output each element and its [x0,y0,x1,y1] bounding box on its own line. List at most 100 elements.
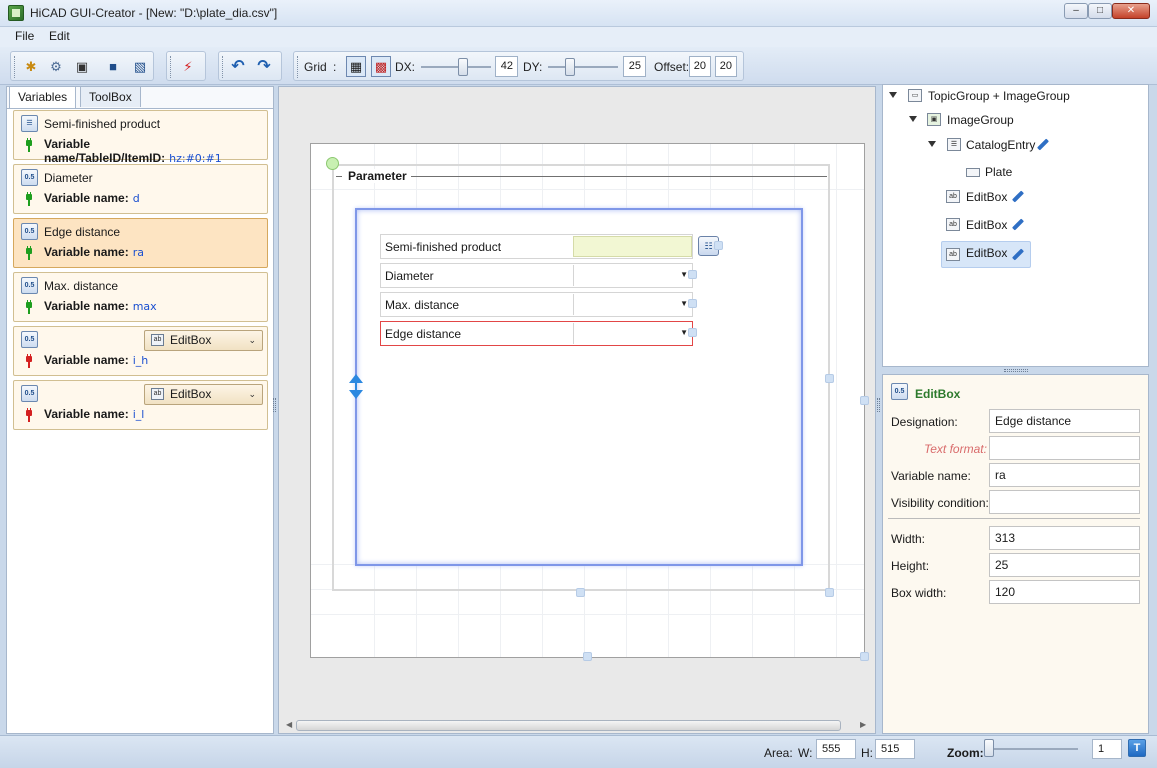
expanded-icon[interactable] [928,141,936,147]
resize-handle[interactable] [714,241,723,250]
variable-name-label: Variable name/TableID/ItemID: [44,137,166,165]
horizontal-splitter[interactable] [1004,369,1028,372]
area-width-field[interactable]: 555 [816,739,856,759]
control-type-select[interactable]: ab EditBox ⌄ [144,384,263,405]
tree-node-editbox-selected[interactable]: ab EditBox [941,241,1031,268]
width-field[interactable]: 313 [989,526,1140,550]
variable-card-semi-finished[interactable]: ☰ Semi-finished product Variable name/Ta… [13,110,268,165]
tree-node-editbox[interactable]: ab EditBox [942,187,1030,207]
dx-slider[interactable] [458,58,468,76]
zoom-reset-icon[interactable]: T [1128,739,1146,757]
scroll-thumb[interactable] [296,720,841,731]
variable-name-line: Variable name: ra [44,245,144,259]
visibility-condition-field[interactable] [989,490,1140,514]
save-as-icon[interactable]: ▧ [131,58,149,76]
tree-label: ImageGroup [947,113,1014,127]
topic-group-icon: ▭ [908,89,922,102]
variable-name-value: i_l [132,408,145,421]
tab-toolbox[interactable]: ToolBox [80,86,141,107]
scroll-left-icon[interactable]: ◀ [286,720,292,729]
connect-toolbar-group: ⚡ [166,51,206,81]
number-icon: 0.5 [21,223,38,240]
variable-card-max-distance[interactable]: 0.5 Max. distance Variable name: max [13,272,268,322]
grid-snap-icon[interactable]: ▩ [371,56,391,77]
tab-variables[interactable]: Variables [9,86,77,108]
chevron-down-icon: ⌄ [248,389,256,399]
offset-y-input[interactable]: 20 [715,56,737,77]
field-diameter[interactable]: Diameter ▼ [380,263,693,288]
tree-node-plate[interactable]: Plate [963,162,1023,182]
selected-container[interactable] [355,208,803,566]
open-icon[interactable]: ▣ [73,58,91,76]
menu-edit[interactable]: Edit [49,29,70,43]
combo-box[interactable]: ▼ [573,265,692,286]
offset-x-input[interactable]: 20 [689,56,711,77]
grid-show-icon[interactable]: ▦ [346,56,366,77]
tree-node-imagegroup[interactable]: ▣ ImageGroup [906,110,1046,130]
variable-card-edge-distance[interactable]: 0.5 Edge distance Variable name: ra [13,218,268,268]
plug-disconnected-icon [25,354,33,368]
undo-icon[interactable]: ↶ [229,58,247,76]
catalog-value-box[interactable] [573,236,692,257]
dx-input[interactable]: 42 [495,56,518,77]
close-button[interactable]: ✕ [1112,3,1150,19]
resize-handle[interactable] [825,588,834,597]
resize-handle[interactable] [860,396,869,405]
variable-name-value: i_h [132,354,149,367]
variable-card-i-l[interactable]: 0.5 ab EditBox ⌄ Variable name: i_l [13,380,268,430]
editbox-icon: ab [946,218,960,231]
resize-handle[interactable] [688,328,697,337]
field-semi-finished-product[interactable]: Semi-finished product [380,234,693,259]
maximize-button[interactable]: □ [1088,3,1112,19]
box-width-field[interactable]: 120 [989,580,1140,604]
left-splitter[interactable] [273,398,276,412]
redo-icon[interactable]: ↷ [255,58,273,76]
field-max-distance[interactable]: Max. distance ▼ [380,292,693,317]
edit-pencil-icon[interactable] [1011,191,1023,203]
combo-box[interactable]: ▼ [573,323,692,344]
expanded-icon[interactable] [889,92,897,98]
tree-node-catalogentry[interactable]: ☰ CatalogEntry [925,135,1065,155]
variable-card-i-h[interactable]: 0.5 ab EditBox ⌄ Variable name: i_h [13,326,268,376]
save-icon[interactable]: ■ [104,58,122,76]
tree-node-editbox[interactable]: ab EditBox [942,215,1030,235]
expanded-icon[interactable] [909,116,917,122]
horizontal-scrollbar[interactable]: ◀ ▶ [284,717,869,733]
resize-handle[interactable] [860,652,869,661]
resize-handle[interactable] [688,299,697,308]
designation-field[interactable]: Edge distance [989,409,1140,433]
new-from-template-icon[interactable]: ⚙ [47,58,65,76]
zoom-slider[interactable] [984,739,994,757]
zoom-field[interactable]: 1 [1092,739,1122,759]
plate-icon [966,168,980,177]
resize-handle[interactable] [825,374,834,383]
variable-name-label: Variable name: [891,469,971,483]
edit-pencil-icon[interactable] [1011,219,1023,231]
toolbar-grip [222,56,225,78]
control-type-select[interactable]: ab EditBox ⌄ [144,330,263,351]
connect-plug-icon[interactable]: ⚡ [179,58,197,76]
area-height-field[interactable]: 515 [875,739,915,759]
scroll-right-icon[interactable]: ▶ [860,720,866,729]
menu-file[interactable]: File [15,29,34,43]
text-format-field[interactable] [989,436,1140,460]
height-field[interactable]: 25 [989,553,1140,577]
right-splitter[interactable] [877,398,880,412]
vertical-resize-icon[interactable] [348,374,364,400]
anchor-handle[interactable] [326,157,339,170]
resize-handle[interactable] [576,588,585,597]
minimize-button[interactable]: – [1064,3,1088,19]
resize-handle[interactable] [583,652,592,661]
variable-card-diameter[interactable]: 0.5 Diameter Variable name: d [13,164,268,214]
resize-handle[interactable] [688,270,697,279]
dy-label: DY: [523,60,543,74]
tree-node-topicgroup[interactable]: ▭ TopicGroup + ImageGroup [886,86,1106,106]
variable-name-field[interactable]: ra [989,463,1140,487]
edit-pencil-icon[interactable] [1036,139,1048,151]
dy-slider[interactable] [565,58,575,76]
new-icon[interactable]: ✱ [22,58,40,76]
edit-pencil-icon[interactable] [1011,249,1023,261]
field-edge-distance[interactable]: Edge distance ▼ [380,321,693,346]
dy-input[interactable]: 25 [623,56,646,77]
combo-box[interactable]: ▼ [573,294,692,315]
